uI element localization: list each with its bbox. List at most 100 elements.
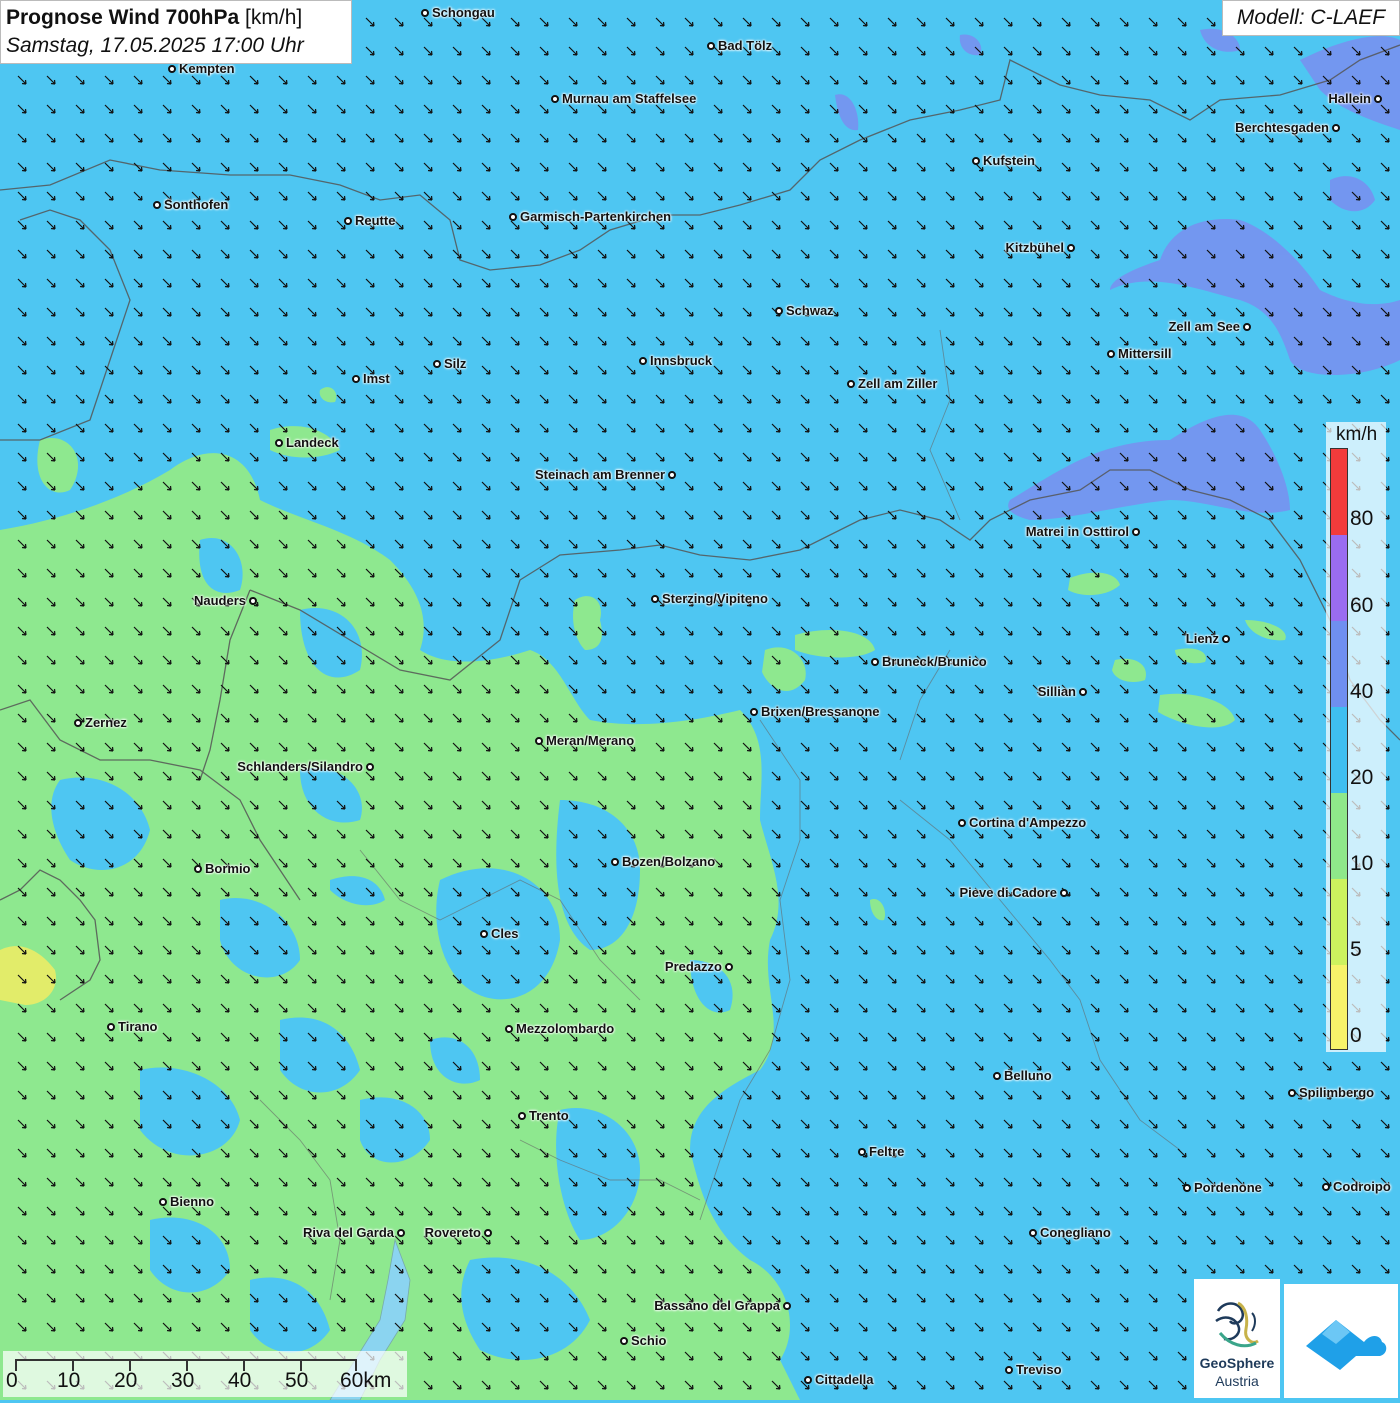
scale-label-20: 20 — [114, 1369, 138, 1392]
city-marker[interactable] — [107, 1023, 115, 1031]
city-label: Bruneck/Brunico — [882, 654, 987, 669]
city-marker[interactable] — [871, 658, 879, 666]
city-label: Bassano del Grappa — [654, 1298, 780, 1313]
city-marker[interactable] — [484, 1229, 492, 1237]
city-label: Schio — [631, 1333, 667, 1348]
legend-color-bar — [1330, 448, 1348, 1050]
city-label: Pordenone — [1194, 1180, 1262, 1195]
city-label: Sillian — [1037, 684, 1076, 699]
legend-label-10: 10 — [1350, 852, 1374, 875]
scale-label-10: 10 — [57, 1369, 81, 1392]
city-marker[interactable] — [611, 858, 619, 866]
city-marker[interactable] — [1029, 1229, 1037, 1237]
city-label: Feltre — [869, 1144, 905, 1159]
scale-label-40: 40 — [228, 1369, 252, 1392]
city-label: Innsbruck — [650, 353, 713, 368]
city-label: Murnau am Staffelsee — [562, 91, 697, 106]
city-marker[interactable] — [1288, 1089, 1296, 1097]
city-label: Berchtesgaden — [1235, 120, 1329, 135]
city-label: Bienno — [170, 1194, 215, 1209]
city-marker[interactable] — [1183, 1184, 1191, 1192]
city-label: Imst — [363, 371, 390, 386]
scale-label-50: 50 — [285, 1369, 309, 1392]
city-marker[interactable] — [1079, 688, 1087, 696]
city-label: Kempten — [179, 61, 235, 76]
city-marker[interactable] — [74, 719, 82, 727]
legend-label-80: 80 — [1350, 507, 1374, 530]
city-marker[interactable] — [993, 1072, 1001, 1080]
city-marker[interactable] — [639, 357, 647, 365]
city-label: Sterzing/Vipiteno — [662, 591, 768, 606]
city-label: Bad Tölz — [718, 38, 773, 53]
city-marker[interactable] — [1243, 323, 1251, 331]
city-marker[interactable] — [535, 737, 543, 745]
legend-label-60: 60 — [1350, 594, 1374, 617]
map-title: Prognose Wind 700hPa [km/h] — [6, 4, 351, 32]
city-marker[interactable] — [194, 865, 202, 873]
city-marker[interactable] — [275, 439, 283, 447]
city-marker[interactable] — [651, 595, 659, 603]
city-marker[interactable] — [707, 42, 715, 50]
city-marker[interactable] — [1222, 635, 1230, 643]
geosphere-logo[interactable]: GeoSphere Austria — [1194, 1279, 1280, 1398]
city-marker[interactable] — [551, 95, 559, 103]
city-marker[interactable] — [1060, 889, 1068, 897]
city-marker[interactable] — [783, 1302, 791, 1310]
city-marker[interactable] — [775, 307, 783, 315]
city-marker[interactable] — [958, 819, 966, 827]
city-marker[interactable] — [847, 380, 855, 388]
city-marker[interactable] — [858, 1148, 866, 1156]
city-marker[interactable] — [397, 1229, 405, 1237]
scale-label-0: 0 — [6, 1369, 18, 1392]
city-marker[interactable] — [344, 217, 352, 225]
model-label: Modell: C-LAEF — [1222, 0, 1400, 36]
city-label: Brixen/Bressanone — [761, 704, 880, 719]
city-marker[interactable] — [505, 1025, 513, 1033]
city-marker[interactable] — [1067, 244, 1075, 252]
city-marker[interactable] — [352, 375, 360, 383]
title-text: Prognose Wind 700hPa — [6, 6, 240, 29]
city-label: Bozen/Bolzano — [622, 854, 716, 869]
app-logo[interactable] — [1284, 1284, 1398, 1398]
scale-label-30: 30 — [171, 1369, 195, 1392]
city-marker[interactable] — [509, 213, 517, 221]
city-marker[interactable] — [1107, 350, 1115, 358]
city-marker[interactable] — [249, 597, 257, 605]
city-marker[interactable] — [1005, 1366, 1013, 1374]
city-marker[interactable] — [668, 471, 676, 479]
city-marker[interactable] — [518, 1112, 526, 1120]
legend-seg-60-80 — [1331, 535, 1347, 621]
city-marker[interactable] — [725, 963, 733, 971]
city-label: Matrei in Osttirol — [1025, 524, 1129, 539]
city-marker[interactable] — [421, 9, 429, 17]
city-marker[interactable] — [620, 1337, 628, 1345]
city-marker[interactable] — [159, 1198, 167, 1206]
legend-label-40: 40 — [1350, 680, 1374, 703]
city-label: Cittadella — [815, 1372, 874, 1387]
city-marker[interactable] — [1374, 95, 1382, 103]
city-label: Cles — [491, 926, 519, 941]
city-label: Spilimbergo — [1299, 1085, 1375, 1100]
city-marker[interactable] — [1132, 528, 1140, 536]
city-label: Reutte — [355, 213, 396, 228]
city-label: Landeck — [286, 435, 339, 450]
city-marker[interactable] — [804, 1376, 812, 1384]
legend-label-5: 5 — [1350, 938, 1362, 961]
city-marker[interactable] — [433, 360, 441, 368]
legend-seg-40-60 — [1331, 621, 1347, 707]
city-marker[interactable] — [1332, 124, 1340, 132]
city-marker[interactable] — [366, 763, 374, 771]
city-label: Mittersill — [1118, 346, 1172, 361]
legend-seg-10-20 — [1331, 793, 1347, 879]
city-marker[interactable] — [972, 157, 980, 165]
city-marker[interactable] — [480, 930, 488, 938]
city-marker[interactable] — [750, 708, 758, 716]
city-marker[interactable] — [1322, 1183, 1330, 1191]
city-marker[interactable] — [168, 65, 176, 73]
city-label: Schlanders/Silandro — [237, 759, 363, 774]
city-label: Pieve di Cadore — [959, 885, 1057, 900]
city-marker[interactable] — [153, 201, 161, 209]
city-label: Codroipo — [1333, 1179, 1391, 1194]
city-label: Rovereto — [424, 1225, 481, 1240]
title-unit: [km/h] — [245, 6, 303, 29]
